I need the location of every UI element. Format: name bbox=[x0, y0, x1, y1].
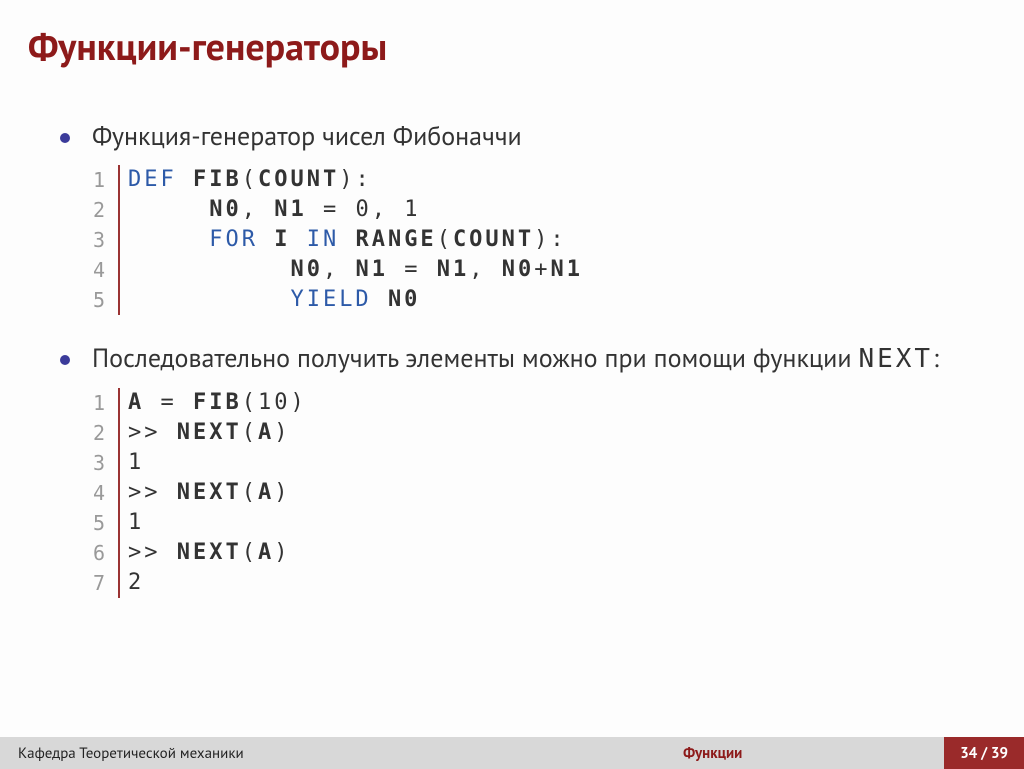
line-number: 4 bbox=[92, 255, 118, 285]
line-number: 5 bbox=[92, 508, 118, 538]
code-block-2: 1A = FIB(10)2>> NEXT(A)314>> NEXT(A)516>… bbox=[92, 388, 984, 598]
bullet-2-suffix: : bbox=[933, 342, 939, 375]
line-number: 2 bbox=[92, 418, 118, 448]
code-line: 72 bbox=[92, 568, 984, 598]
bullet-2-text: Последовательно получить элементы можно … bbox=[92, 341, 984, 377]
code-text: >> NEXT(A) bbox=[118, 538, 290, 568]
line-number: 3 bbox=[92, 225, 118, 255]
bullet-marker-icon bbox=[60, 355, 70, 365]
bullet-1-text: Функция-генератор чисел Фибоначчи bbox=[92, 119, 984, 155]
bullet-marker-icon bbox=[60, 133, 70, 143]
code-text: YIELD N0 bbox=[118, 285, 420, 315]
code-text: FOR I IN RANGE(COUNT): bbox=[118, 225, 567, 255]
line-number: 3 bbox=[92, 448, 118, 478]
code-line: 31 bbox=[92, 448, 984, 478]
line-number: 1 bbox=[92, 388, 118, 418]
code-line: 5 YIELD N0 bbox=[92, 285, 984, 315]
code-text: N0, N1 = N1, N0+N1 bbox=[118, 255, 583, 285]
code-line: 2 N0, N1 = 0, 1 bbox=[92, 195, 984, 225]
code-text: A = FIB(10) bbox=[118, 388, 307, 418]
code-text: 1 bbox=[118, 448, 144, 478]
line-number: 7 bbox=[92, 568, 118, 598]
code-text: N0, N1 = 0, 1 bbox=[118, 195, 420, 225]
bullet-2-prefix: Последовательно получить элементы можно … bbox=[92, 342, 858, 375]
code-line: 3 FOR I IN RANGE(COUNT): bbox=[92, 225, 984, 255]
code-text: >> NEXT(A) bbox=[118, 418, 290, 448]
footer-section: Функции bbox=[481, 744, 944, 763]
code-line: 6>> NEXT(A) bbox=[92, 538, 984, 568]
bullet-2: Последовательно получить элементы можно … bbox=[60, 341, 984, 377]
code-block-1: 1DEF FIB(COUNT):2 N0, N1 = 0, 13 FOR I I… bbox=[92, 165, 984, 315]
line-number: 2 bbox=[92, 195, 118, 225]
code-line: 1DEF FIB(COUNT): bbox=[92, 165, 984, 195]
footer-department: Кафедра Теоретической механики bbox=[0, 744, 481, 763]
code-text: >> NEXT(A) bbox=[118, 478, 290, 508]
line-number: 6 bbox=[92, 538, 118, 568]
code-line: 1A = FIB(10) bbox=[92, 388, 984, 418]
line-number: 4 bbox=[92, 478, 118, 508]
footer-bar: Кафедра Теоретической механики Функции 3… bbox=[0, 737, 1024, 769]
code-line: 2>> NEXT(A) bbox=[92, 418, 984, 448]
code-line: 51 bbox=[92, 508, 984, 538]
inline-code-next: NEXT bbox=[858, 344, 933, 374]
code-text: DEF FIB(COUNT): bbox=[118, 165, 372, 195]
line-number: 1 bbox=[92, 165, 118, 195]
code-text: 1 bbox=[118, 508, 144, 538]
bullet-1: Функция-генератор чисел Фибоначчи bbox=[60, 119, 984, 155]
slide-content: Функция-генератор чисел Фибоначчи 1DEF F… bbox=[0, 71, 1024, 598]
code-line: 4>> NEXT(A) bbox=[92, 478, 984, 508]
code-text: 2 bbox=[118, 568, 144, 598]
line-number: 5 bbox=[92, 285, 118, 315]
footer-page-number: 34 / 39 bbox=[944, 737, 1024, 769]
code-line: 4 N0, N1 = N1, N0+N1 bbox=[92, 255, 984, 285]
slide-title: Функции-генераторы bbox=[0, 0, 1024, 71]
